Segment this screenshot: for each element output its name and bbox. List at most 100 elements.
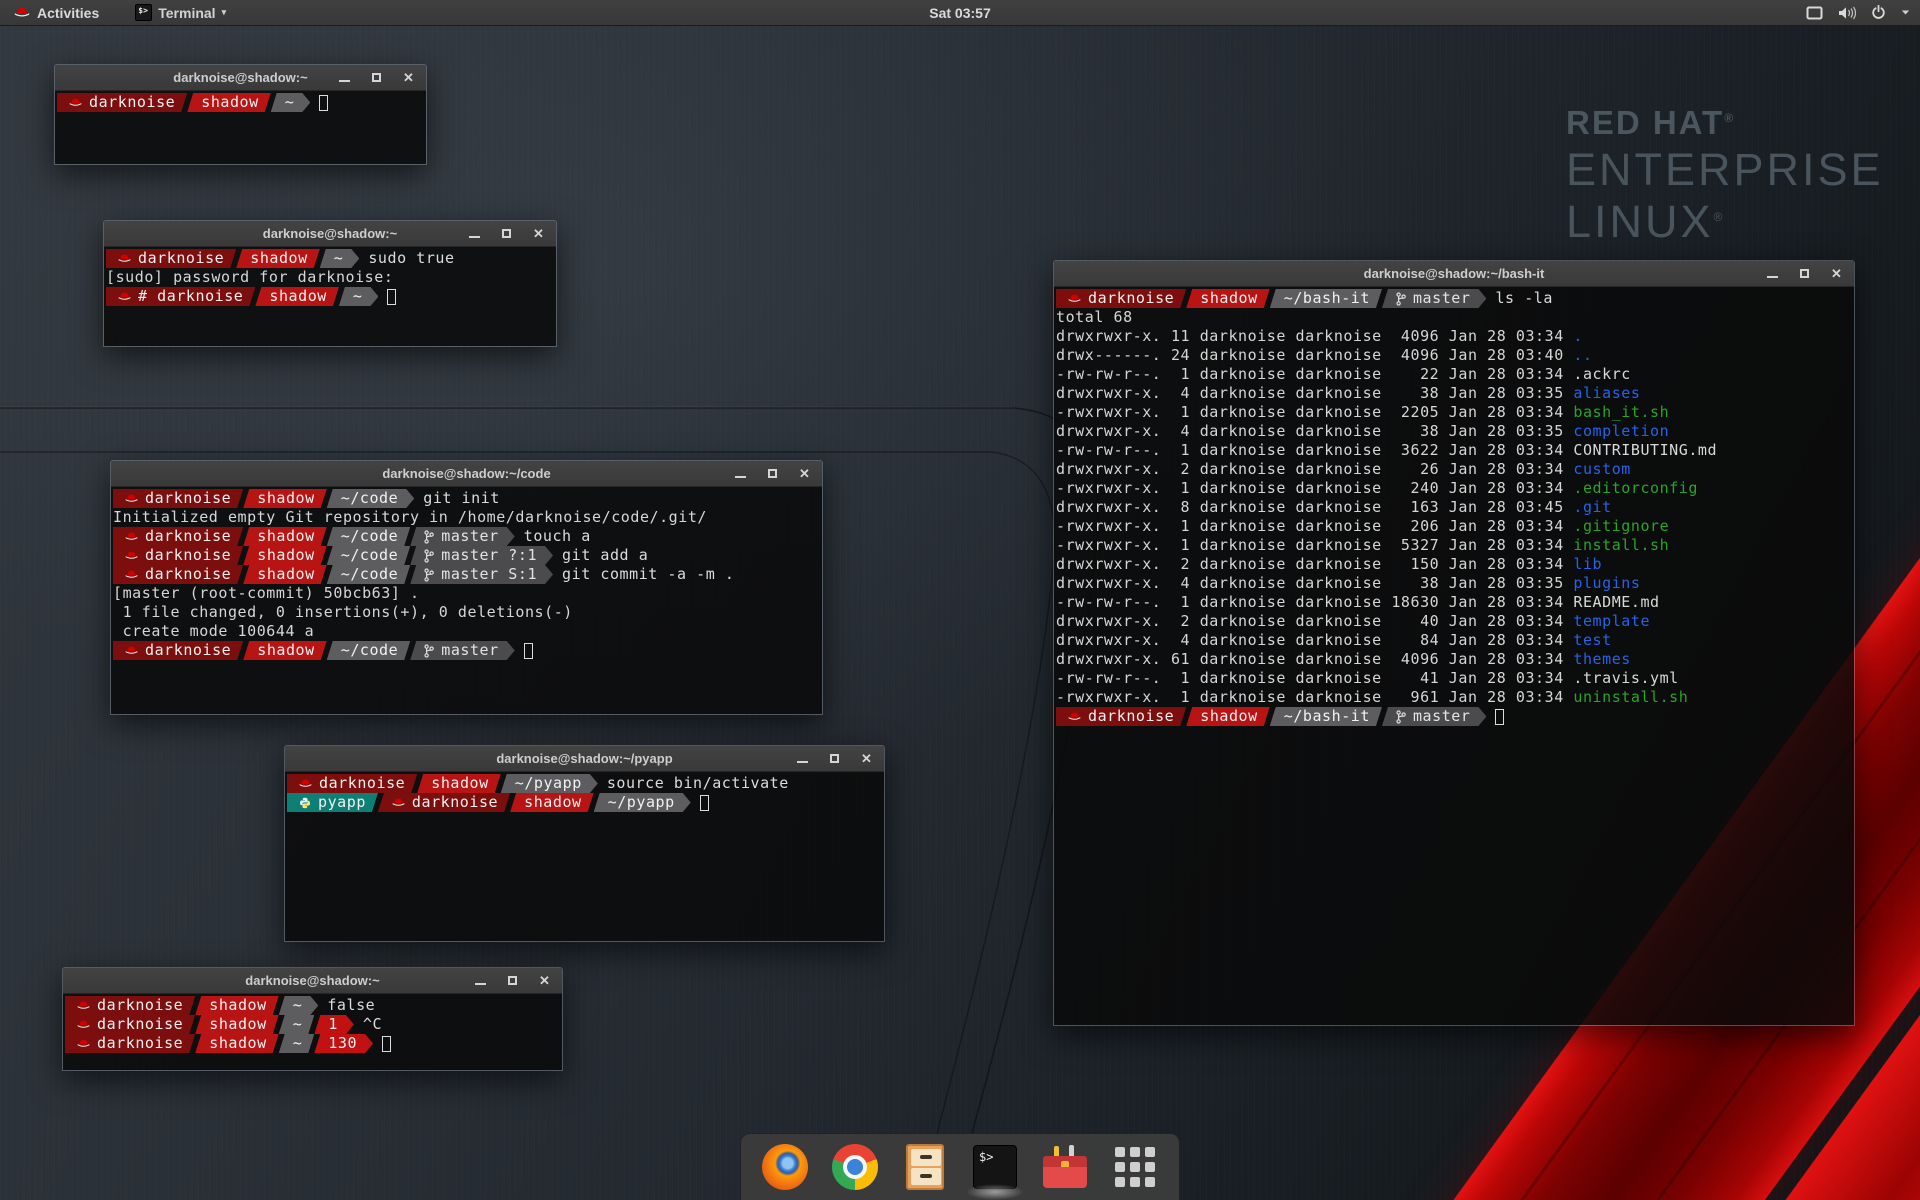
terminal-cursor[interactable] — [387, 289, 396, 305]
maximize-button[interactable] — [500, 227, 513, 240]
prompt-segment-venv: pyapp — [287, 793, 378, 812]
terminal-content[interactable]: darknoiseshadow~falsedarknoiseshadow~1^C… — [63, 994, 562, 1070]
terminal-content[interactable]: darknoiseshadow~/codegit initInitialized… — [111, 487, 822, 714]
prompt-segment-host: shadow — [1186, 707, 1270, 726]
dock-item-toolbox[interactable] — [1041, 1143, 1089, 1191]
file-attrs: -rw-rw-r--. 1 darknoise darknoise 18630 … — [1056, 593, 1573, 611]
git-branch-icon — [1396, 710, 1406, 724]
close-button[interactable]: ✕ — [532, 227, 545, 240]
window-titlebar[interactable]: darknoise@shadow:~✕ — [104, 221, 556, 247]
prompt-segment-host: shadow — [243, 565, 327, 584]
minimize-button[interactable] — [796, 752, 809, 765]
display-icon[interactable] — [1806, 6, 1823, 20]
chevron-down-icon[interactable] — [1901, 9, 1910, 16]
activities-button[interactable]: Activities — [8, 0, 105, 26]
window-title: darknoise@shadow:~/code — [111, 466, 822, 481]
terminal-icon: $> — [973, 1145, 1017, 1189]
minimize-button[interactable] — [474, 974, 487, 987]
prompt-segment-exit: 1 — [314, 1015, 354, 1034]
app-menu-terminal[interactable]: $> Terminal ▾ — [135, 4, 226, 21]
window-controls: ✕ — [338, 71, 426, 84]
terminal-cursor[interactable] — [524, 643, 533, 659]
prompt-segment-host: shadow — [195, 1015, 279, 1034]
redhat-fedora-icon — [125, 569, 138, 580]
minimize-glyph — [469, 236, 480, 238]
terminal-content[interactable]: darknoiseshadow~/bash-itmasterls -latota… — [1054, 287, 1854, 1025]
minimize-button[interactable] — [468, 227, 481, 240]
terminal-output-line: [master (root-commit) 50bcb63] . — [113, 584, 822, 603]
file-name: lib — [1573, 555, 1602, 573]
terminal-cursor[interactable] — [319, 95, 328, 111]
file-attrs: -rw-rw-r--. 1 darknoise darknoise 22 Jan… — [1056, 365, 1573, 383]
clock[interactable]: Sat 03:57 — [929, 5, 990, 21]
terminal-cursor[interactable] — [1495, 709, 1504, 725]
top-bar: Activities $> Terminal ▾ Sat 03:57 — [0, 0, 1920, 26]
maximize-button[interactable] — [370, 71, 383, 84]
redhat-fedora-icon — [14, 6, 30, 19]
maximize-button[interactable] — [1798, 267, 1811, 280]
minimize-button[interactable] — [1766, 267, 1779, 280]
prompt-segment-user: darknoise — [113, 527, 243, 546]
file-name: .. — [1573, 346, 1592, 364]
power-icon[interactable] — [1871, 5, 1886, 20]
maximize-button[interactable] — [506, 974, 519, 987]
window-titlebar[interactable]: darknoise@shadow:~/pyapp✕ — [285, 746, 884, 772]
file-list-row: -rw-rw-r--. 1 darknoise darknoise 18630 … — [1056, 593, 1854, 612]
volume-icon[interactable] — [1838, 6, 1856, 20]
minimize-button[interactable] — [338, 71, 351, 84]
file-name: bash_it.sh — [1573, 403, 1669, 421]
system-status-area[interactable] — [1806, 5, 1920, 20]
command-text: false — [327, 996, 375, 1015]
command-text: sudo true — [368, 249, 454, 268]
prompt-segment-user: darknoise — [113, 489, 243, 508]
app-menu-label: Terminal — [158, 5, 215, 21]
dock-item-firefox[interactable] — [761, 1143, 809, 1191]
prompt-line: darknoiseshadow~/codemaster — [113, 641, 822, 660]
prompt-segment-user: # darknoise — [106, 287, 255, 306]
prompt-segment-git: master — [410, 641, 515, 660]
file-name: uninstall.sh — [1573, 688, 1688, 706]
redhat-fedora-icon — [118, 291, 131, 302]
file-name: test — [1573, 631, 1611, 649]
file-name: .travis.yml — [1573, 669, 1678, 687]
rhel-wallpaper-logo: RED HAT® ENTERPRISE LINUX® — [1566, 104, 1884, 248]
maximize-button[interactable] — [766, 467, 779, 480]
file-attrs: -rwxrwxr-x. 1 darknoise darknoise 240 Ja… — [1056, 479, 1573, 497]
terminal-home-small: darknoise@shadow:~✕darknoiseshadow~ — [54, 64, 427, 165]
close-button[interactable]: ✕ — [1830, 267, 1843, 280]
window-titlebar[interactable]: darknoise@shadow:~✕ — [63, 968, 562, 994]
terminal-content[interactable]: darknoiseshadow~sudo true[sudo] password… — [104, 247, 556, 346]
file-list-row: drwxrwxr-x. 2 darknoise darknoise 40 Jan… — [1056, 612, 1854, 631]
window-controls: ✕ — [734, 467, 822, 480]
terminal-output-line: total 68 — [1056, 308, 1854, 327]
window-controls: ✕ — [796, 752, 884, 765]
prompt-segment-path: ~ — [271, 93, 311, 112]
terminal-content[interactable]: darknoiseshadow~/pyappsource bin/activat… — [285, 772, 884, 941]
prompt-segment-git: master — [410, 527, 515, 546]
rhel-logo-line3: LINUX® — [1566, 196, 1884, 248]
minimize-button[interactable] — [734, 467, 747, 480]
close-button[interactable]: ✕ — [798, 467, 811, 480]
dock-item-chrome[interactable] — [831, 1143, 879, 1191]
git-branch-icon — [424, 549, 434, 563]
terminal-exitcodes: darknoise@shadow:~✕darknoiseshadow~false… — [62, 967, 563, 1071]
prompt-segment-path: ~/code — [327, 527, 411, 546]
terminal-content[interactable]: darknoiseshadow~ — [55, 91, 426, 164]
close-button[interactable]: ✕ — [402, 71, 415, 84]
dock-item-files[interactable] — [901, 1143, 949, 1191]
file-list-row: -rwxrwxr-x. 1 darknoise darknoise 206 Ja… — [1056, 517, 1854, 536]
prompt-segment-user: darknoise — [65, 1034, 195, 1053]
window-titlebar[interactable]: darknoise@shadow:~✕ — [55, 65, 426, 91]
dock-item-apps-grid[interactable] — [1111, 1143, 1159, 1191]
terminal-cursor[interactable] — [382, 1036, 391, 1052]
terminal-cursor[interactable] — [700, 795, 709, 811]
file-attrs: drwxrwxr-x. 8 darknoise darknoise 163 Ja… — [1056, 498, 1573, 516]
dock-item-terminal[interactable]: $> — [971, 1143, 1019, 1191]
redhat-fedora-icon — [77, 1038, 90, 1049]
close-button[interactable]: ✕ — [860, 752, 873, 765]
window-titlebar[interactable]: darknoise@shadow:~/bash-it✕ — [1054, 261, 1854, 287]
close-button[interactable]: ✕ — [538, 974, 551, 987]
maximize-button[interactable] — [828, 752, 841, 765]
window-titlebar[interactable]: darknoise@shadow:~/code✕ — [111, 461, 822, 487]
terminal-code: darknoise@shadow:~/code✕darknoiseshadow~… — [110, 460, 823, 715]
